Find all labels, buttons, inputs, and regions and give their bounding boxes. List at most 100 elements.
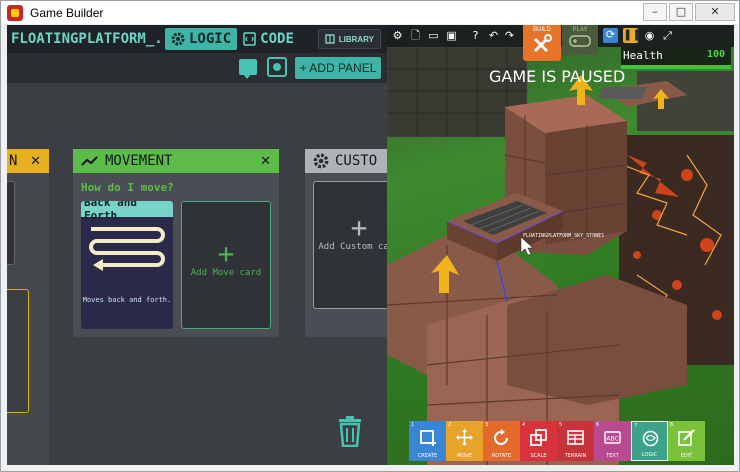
add-custom-card-slot[interactable]: + Add Custom card [313,181,387,309]
game-toolbar: ⚙ 🗋 ▭ ▣ ? ↶ ↷ BUILD PLAY ⟳ ❚❚ ◉ ⤢ [387,25,734,61]
tool-scale-button[interactable]: 4 SCALE [520,421,557,461]
add-custom-card-label: Add Custom card [318,242,387,252]
gear-icon[interactable]: ⚙ [391,29,404,42]
svg-text:ABC: ABC [606,436,618,443]
trend-line-icon [81,156,98,166]
tool-label: LOGIC [641,452,658,458]
new-file-icon[interactable]: 🗋 [409,29,422,42]
library-label: LIBRARY [338,34,374,44]
partial-panel-header: N ✕ [7,149,49,173]
move-icon [456,429,473,446]
text-icon: ABC [604,431,621,444]
tool-hotkey-number: 1 [411,422,415,428]
gear-icon [171,32,185,46]
partial-panel-close-icon[interactable]: ✕ [30,154,41,169]
tools-icon [533,34,552,53]
custom-panel-title: CUSTO [335,153,378,169]
code-file-icon [243,32,256,46]
back-and-forth-card[interactable]: Back and Forth Moves back and forth. [81,201,173,329]
health-label: Health [623,49,663,62]
tool-hotkey-number: 8 [670,422,674,428]
pause-icon[interactable]: ❚❚ [623,28,641,43]
save-icon[interactable]: ▣ [445,29,458,42]
folder-icon[interactable]: ▭ [427,29,440,42]
minimize-button[interactable]: – [643,3,667,21]
tool-move-button[interactable]: 2 MOVE [446,421,483,461]
health-value: 100 [706,49,725,60]
tab-logic-label: LOGIC [189,31,232,47]
fullscreen-icon[interactable]: ⤢ [661,29,674,42]
movement-panel-close-icon[interactable]: ✕ [260,154,271,169]
tool-create-button[interactable]: 1 CREATE [409,421,446,461]
maximize-button[interactable]: □ [669,3,693,21]
partial-card-slot[interactable] [7,181,15,265]
add-move-card-slot[interactable]: + Add Move card [181,201,271,329]
tool-hotkey-number: 5 [559,422,563,428]
tool-terrain-button[interactable]: 5 TERRAIN [557,421,594,461]
object-name-tab[interactable]: FLOATINGPLATFORM_... [7,31,165,47]
redo-icon[interactable]: ↷ [503,29,516,42]
edit-icon [678,429,695,446]
movement-question: How do I move? [81,181,174,194]
trash-icon[interactable] [337,415,363,447]
tool-hotkey-number: 2 [448,422,452,428]
tool-label: EDIT [680,453,693,459]
tool-hotkey-number: 3 [485,422,489,428]
library-button[interactable]: LIBRARY [317,29,381,49]
tool-rotate-button[interactable]: 3 ROTATE [483,421,520,461]
build-tool-bar: 1 CREATE 2 MOVE 3 ROTATE 4 SCALE 5 TERRAIN 6 ABC TEX… [409,421,705,461]
window-title: Game Builder [30,5,104,20]
tool-edit-button[interactable]: 8 EDIT [668,421,705,461]
close-button[interactable]: ✕ [695,3,735,21]
reset-icon[interactable]: ⟳ [603,28,618,43]
app-logo-icon [7,4,23,21]
tool-label: ROTATE [491,453,512,459]
card-description: Moves back and forth. [82,296,172,304]
selected-object-label: FLOATINGPLATFORM_SKY_STONE1 [523,233,605,239]
partial-panel: N ✕ [7,149,49,465]
logic-icon [642,430,659,447]
back-and-forth-path-icon [89,227,165,271]
tab-code[interactable]: CODE [237,28,300,50]
health-bar [621,65,731,69]
focus-view-icon[interactable] [267,57,287,77]
plus-icon: + [217,237,235,270]
title-bar: Game Builder – □ ✕ [1,1,739,24]
tab-logic[interactable]: LOGIC [165,28,238,50]
partial-card-slot[interactable] [7,289,29,413]
scene-render [387,46,734,465]
create-icon [420,430,436,446]
build-mode-button[interactable]: BUILD [523,25,561,61]
movement-panel-title: MOVEMENT [105,153,173,169]
tool-hotkey-number: 7 [634,423,638,429]
eye-icon[interactable]: ◉ [643,29,656,42]
tool-label: TERRAIN [564,453,587,459]
tool-label: SCALE [530,453,547,459]
custom-panel: CUSTO + Add Custom card [305,149,387,337]
tool-hotkey-number: 4 [522,422,526,428]
add-move-card-label: Add Move card [190,268,262,278]
play-mode-button[interactable]: PLAY [562,25,598,55]
tool-label: TEXT [606,453,619,459]
add-panel-button[interactable]: + ADD PANEL [295,57,381,79]
build-label: BUILD [533,27,551,33]
movement-panel-header: MOVEMENT ✕ [73,149,279,173]
comment-icon[interactable] [239,59,257,79]
undo-icon[interactable]: ↶ [487,29,500,42]
logic-tabs-bar: FLOATINGPLATFORM_... LOGIC CODE LIBRARY [7,25,387,53]
tool-label: MOVE [457,453,472,459]
scale-icon [530,429,547,446]
gamepad-icon [569,35,591,47]
tool-text-button[interactable]: 6 ABC TEXT [594,421,631,461]
game-paused-banner: GAME IS PAUSED [489,67,626,86]
card-title: Back and Forth [81,201,173,222]
game-viewport[interactable]: ⚙ 🗋 ▭ ▣ ? ↶ ↷ BUILD PLAY ⟳ ❚❚ ◉ ⤢ Health… [387,25,734,465]
health-bar-fill [621,65,731,69]
movement-panel: MOVEMENT ✕ How do I move? Back and Forth… [73,149,279,337]
custom-panel-header: CUSTO [305,149,387,173]
app-window: Game Builder – □ ✕ FLOATINGPLATFORM_... … [0,0,740,472]
tab-code-label: CODE [260,31,294,47]
tool-logic-button[interactable]: 7 LOGIC [631,421,668,461]
help-icon[interactable]: ? [469,29,482,42]
partial-panel-title: N [9,153,18,169]
